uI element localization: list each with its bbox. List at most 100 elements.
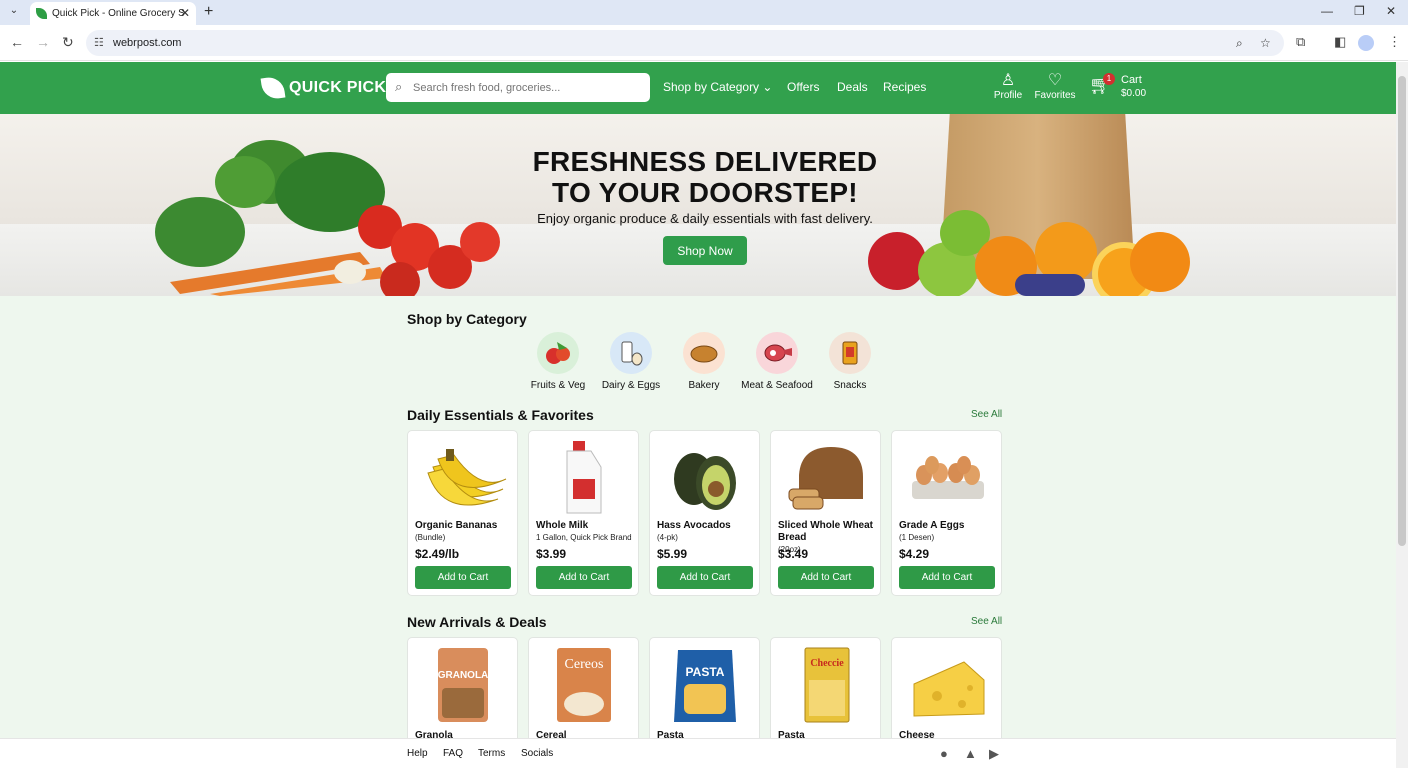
nav-shop-by-category[interactable]: Shop by Category ⌄ (663, 80, 772, 94)
category-snacks[interactable]: Snacks (814, 332, 886, 391)
zoom-icon[interactable]: ⌕ (1236, 36, 1243, 51)
extensions-icon[interactable]: ⧉ (1296, 34, 1305, 50)
cart-count-badge: 1 (1103, 73, 1115, 85)
cart-label: Cart (1121, 74, 1142, 86)
product-card[interactable]: Cheese (891, 637, 1002, 738)
cart-total: $0.00 (1121, 88, 1147, 99)
category-dairy-eggs[interactable]: Dairy & Eggs (595, 332, 667, 391)
product-name: Pasta (778, 730, 805, 738)
dairy-eggs-icon (610, 332, 652, 374)
add-to-cart-button[interactable]: Add to Cart (778, 566, 874, 589)
browser-tab[interactable]: Quick Pick - Online Grocery S ✕ (30, 2, 196, 25)
product-card[interactable]: Whole Milk 1 Gallon, Quick Pick Brand $3… (528, 430, 639, 596)
profile-label: Profile (993, 90, 1023, 101)
forward-icon[interactable]: → (36, 34, 50, 50)
product-card[interactable]: GRANOLA Granola (407, 637, 518, 738)
product-detail: (1 Desen) (899, 533, 935, 542)
minimize-icon[interactable]: — (1321, 4, 1333, 18)
new-arrivals-heading: New Arrivals & Deals (407, 614, 547, 630)
close-window-icon[interactable]: ✕ (1386, 4, 1396, 18)
product-detail: (Bundle) (415, 533, 446, 542)
product-card[interactable]: PASTA Pasta (649, 637, 760, 738)
omnibox[interactable]: ☷ webrpost.com ⌕ ☆ (86, 30, 1284, 56)
footer-link-faq[interactable]: FAQ (443, 748, 463, 759)
add-to-cart-button[interactable]: Add to Cart (536, 566, 632, 589)
favorites-label: Favorites (1034, 90, 1076, 101)
product-card[interactable]: Hass Avocados (4-pk) $5.99 Add to Cart (649, 430, 760, 596)
youtube-icon[interactable]: ▶ (989, 746, 999, 762)
nav-recipes[interactable]: Recipes (883, 80, 926, 94)
address-bar: ← → ↻ ☷ webrpost.com ⌕ ☆ ⧉ ◧ ⋮ (0, 25, 1408, 61)
browser-tab-strip: ⌄ Quick Pick - Online Grocery S ✕ + — ❐ … (0, 0, 1408, 25)
tab-search-icon[interactable]: ⌄ (6, 5, 22, 19)
add-to-cart-button[interactable]: Add to Cart (899, 566, 995, 589)
close-tab-icon[interactable]: ✕ (180, 2, 190, 25)
berries-image (1015, 274, 1085, 296)
see-all-arrivals-link[interactable]: See All (971, 616, 1002, 627)
profile-link[interactable]: ♙ Profile (990, 72, 1026, 101)
new-tab-icon[interactable]: + (204, 3, 213, 21)
product-card[interactable]: Checcie Pasta (770, 637, 881, 738)
shop-now-button[interactable]: Shop Now (663, 236, 747, 265)
category-label: Dairy & Eggs (601, 380, 661, 391)
add-to-cart-button[interactable]: Add to Cart (415, 566, 511, 589)
product-name: Pasta (657, 730, 684, 738)
category-label: Snacks (833, 380, 867, 391)
reload-icon[interactable]: ↻ (62, 34, 74, 51)
category-fruits-veg[interactable]: Fruits & Veg (522, 332, 594, 391)
favorites-link[interactable]: ♡ Favorites (1033, 72, 1077, 101)
product-card[interactable]: Sliced Whole Wheat Bread (20oz) $3.49 Ad… (770, 430, 881, 596)
snacks-icon (829, 332, 871, 374)
bananas-image (427, 449, 507, 506)
product-name: Hass Avocados (657, 520, 731, 531)
add-to-cart-button[interactable]: Add to Cart (657, 566, 753, 589)
side-panel-icon[interactable]: ◧ (1334, 34, 1346, 50)
product-name: Organic Bananas (415, 520, 498, 531)
nav-offers[interactable]: Offers (787, 80, 819, 94)
footer-link-socials[interactable]: Socials (521, 748, 553, 759)
browser-menu-icon[interactable]: ⋮ (1388, 34, 1401, 50)
github-icon[interactable]: ● (940, 746, 948, 761)
granola-bag-image: GRANOLA (438, 648, 489, 722)
scrollbar-thumb[interactable] (1398, 76, 1406, 546)
bread-loaf-image (788, 447, 863, 510)
footer-link-help[interactable]: Help (407, 748, 428, 759)
page-scrollbar[interactable] (1396, 62, 1408, 768)
see-all-essentials-link[interactable]: See All (971, 409, 1002, 420)
leaf-logo-icon (260, 75, 286, 101)
site-info-icon[interactable]: ☷ (94, 36, 104, 49)
restore-icon[interactable]: ❐ (1354, 4, 1365, 18)
pasta-box-image: Checcie (804, 647, 850, 723)
product-name: Whole Milk (536, 520, 589, 531)
search-input[interactable] (413, 78, 643, 97)
product-price: $2.49/lb (415, 547, 460, 561)
brand-logo[interactable]: QUICK PICK (260, 75, 386, 101)
twitter-icon[interactable]: ▲ (964, 746, 977, 761)
category-meat-seafood[interactable]: Meat & Seafood (741, 332, 813, 391)
site-header: QUICK PICK ⌕ Shop by Category ⌄ Offers D… (0, 62, 1396, 114)
cart-button[interactable]: 🛒︎ 1 Cart $0.00 (1089, 72, 1159, 104)
back-icon[interactable]: ← (10, 34, 24, 50)
chevron-down-icon: ⌄ (762, 80, 773, 94)
product-name: Cheese (899, 730, 935, 738)
browser-profile-avatar[interactable] (1358, 35, 1374, 51)
hero-banner: FRESHNESS DELIVERED TO YOUR DOORSTEP! Enj… (0, 114, 1396, 296)
footer-link-terms[interactable]: Terms (478, 748, 505, 759)
product-price: $3.99 (536, 547, 567, 561)
category-list: Fruits & Veg Dairy & Eggs Bakery Meat & … (520, 332, 890, 394)
svg-text:GRANOLA: GRANOLA (438, 670, 489, 681)
bookmark-star-icon[interactable]: ☆ (1260, 36, 1271, 50)
product-card[interactable]: Grade A Eggs (1 Desen) $4.29 Add to Cart (891, 430, 1002, 596)
milk-jug-image (566, 441, 602, 514)
product-card[interactable]: Organic Bananas (Bundle) $2.49/lb Add to… (407, 430, 518, 596)
product-price: $3.49 (778, 547, 809, 561)
svg-text:Cereos: Cereos (565, 657, 604, 672)
site-footer: Help FAQ Terms Socials ● ▲ ▶ (0, 738, 1396, 768)
category-bakery[interactable]: Bakery (668, 332, 740, 391)
nav-deals[interactable]: Deals (837, 80, 868, 94)
category-label: Fruits & Veg (530, 380, 586, 391)
product-price: $5.99 (657, 547, 688, 561)
product-card[interactable]: Cereos Cereal (528, 637, 639, 738)
bakery-icon (683, 332, 725, 374)
search-icon: ⌕ (395, 79, 403, 94)
